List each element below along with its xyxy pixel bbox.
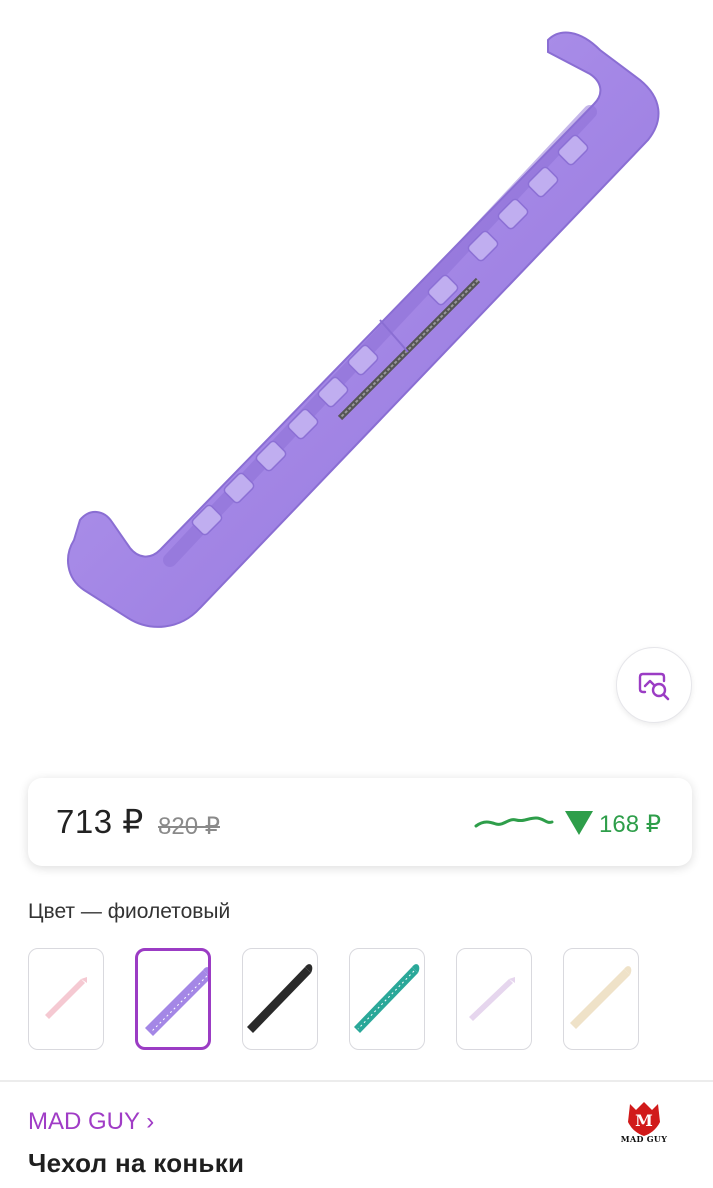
color-swatches [28,948,668,1054]
skate-guard-image [67,31,660,628]
price-drop-value: 168 ₽ [599,811,661,838]
color-swatch-black[interactable] [242,948,318,1050]
brand-name: MAD GUY [28,1108,140,1135]
color-swatch-teal[interactable] [349,948,425,1050]
image-search-icon [638,672,670,701]
price-history-sparkline-icon[interactable] [474,810,554,834]
product-title: Чехол на коньки [28,1148,245,1178]
triangle-down-icon [565,811,593,835]
product-image[interactable] [0,0,713,760]
old-price: 820 ₽ [158,813,220,840]
color-swatch-violet[interactable] [135,948,211,1050]
section-divider [0,1080,713,1082]
visual-search-button[interactable] [616,647,692,723]
color-swatch-pink[interactable] [28,948,104,1050]
color-label: Цвет — фиолетовый [28,900,231,923]
brand-logo[interactable]: M MAD GUY [606,1100,682,1150]
svg-text:M: M [635,1111,653,1130]
chevron-right-icon: › [146,1108,155,1135]
brand-link[interactable]: MAD GUY › [28,1108,154,1136]
current-price: 713 ₽ [56,803,144,840]
color-swatch-beige[interactable] [563,948,639,1050]
price-card[interactable]: 713 ₽ 820 ₽ 168 ₽ [28,778,692,866]
brand-logo-text: MAD GUY [620,1134,668,1144]
color-swatch-lilac[interactable] [456,948,532,1050]
brand-logo-icon: M [628,1102,660,1136]
